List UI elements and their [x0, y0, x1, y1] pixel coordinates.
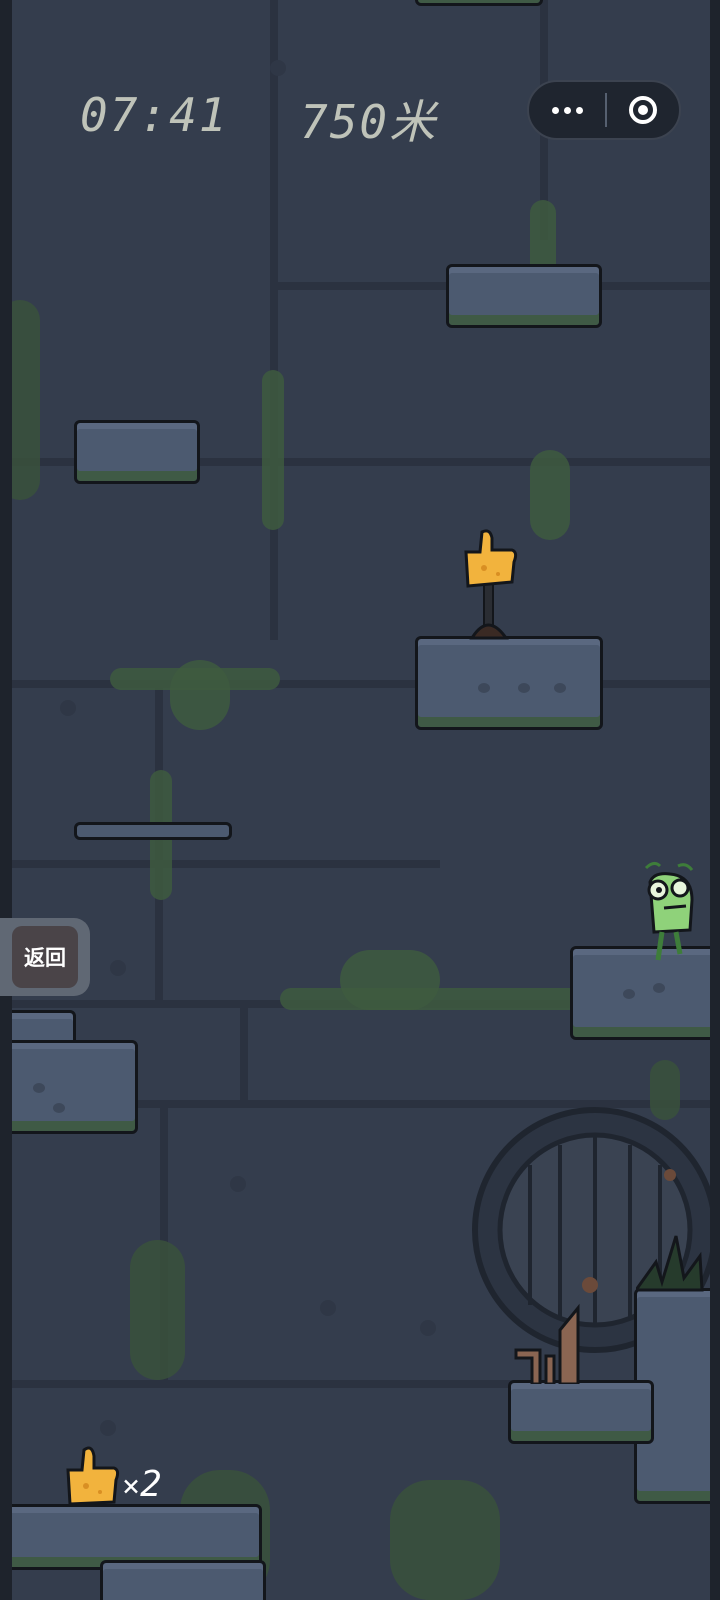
back-button[interactable]: 返回: [0, 918, 90, 996]
platform: [508, 1380, 654, 1444]
count-value: 2: [140, 1464, 162, 1505]
moss-patch: [130, 1240, 185, 1380]
brick-line: [0, 860, 440, 868]
platform: [74, 420, 200, 484]
platform: [415, 636, 603, 730]
moss-patch: [530, 450, 570, 540]
thumbs-up-icon: [66, 1446, 120, 1506]
moss-patch: [170, 660, 230, 730]
miniprogram-capsule: [527, 80, 681, 140]
platform: [100, 1560, 266, 1600]
platform: [0, 1040, 138, 1134]
game-canvas[interactable]: 07:41 750米 返回 ×2: [0, 0, 720, 1600]
thumbs-up-powerup[interactable]: [460, 528, 520, 640]
count-prefix: ×: [122, 1469, 141, 1504]
more-dots-icon[interactable]: [529, 82, 605, 138]
platform: [446, 264, 602, 328]
left-wall-edge: [0, 0, 12, 1600]
player-character: [644, 861, 694, 961]
brick-line: [240, 1000, 248, 1100]
brick-line: [270, 0, 278, 640]
plant: [636, 1235, 704, 1292]
wall-dot: [320, 1300, 336, 1316]
height-display: 750米: [300, 95, 438, 149]
moss-patch: [262, 370, 284, 530]
thin-platform: [74, 822, 232, 840]
moss-patch: [390, 1480, 500, 1600]
close-button[interactable]: [607, 96, 679, 124]
broken-pipe: [514, 1303, 580, 1384]
wall-dot: [230, 1176, 246, 1192]
wall-dot: [100, 1420, 116, 1436]
timer-display: 07:41: [80, 88, 229, 142]
back-button-label: 返回: [12, 926, 78, 988]
wall-dot: [60, 700, 76, 716]
powerup-count: ×2: [122, 1464, 162, 1505]
right-wall-edge: [710, 0, 720, 1600]
target-close-icon: [629, 96, 657, 124]
wall-dot: [110, 960, 126, 976]
moss-patch: [340, 950, 440, 1010]
platform: [415, 0, 543, 6]
wall-dot: [270, 60, 286, 76]
wall-dot: [420, 1320, 436, 1336]
brick-line: [0, 680, 720, 688]
